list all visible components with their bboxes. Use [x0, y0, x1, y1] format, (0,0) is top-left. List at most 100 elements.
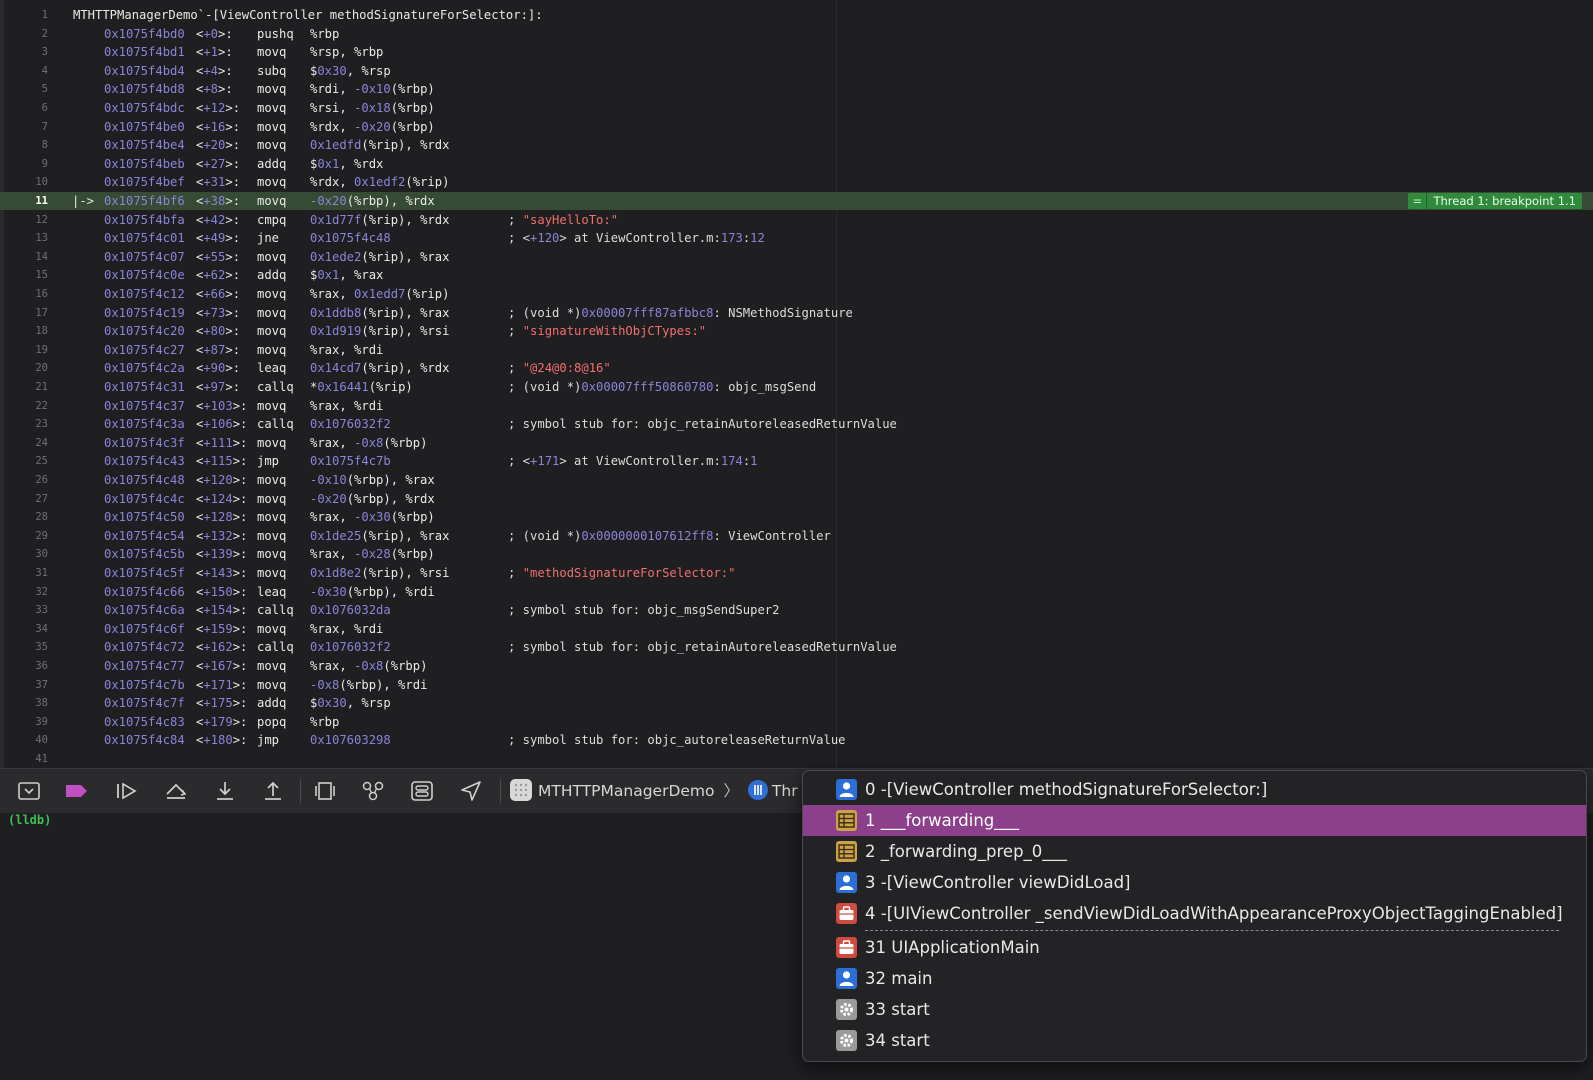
line-number[interactable]: 21: [0, 378, 48, 396]
breakpoint-badge[interactable]: = Thread 1: breakpoint 1.1: [1408, 192, 1582, 210]
disassembly-line[interactable]: 30 0x1075f4c5b <+139>: movq %rax, -0x28(%rbp…: [0, 545, 1593, 563]
stack-frame-item[interactable]: 3 -[ViewController viewDidLoad]: [803, 867, 1586, 898]
disassembly-line[interactable]: 27 0x1075f4c4c <+124>: movq -0x20(%rbp), %rd…: [0, 490, 1593, 508]
breadcrumb[interactable]: MTHTTPManagerDemo 〉 Thr: [510, 778, 798, 802]
disassembly-line[interactable]: 20 0x1075f4c2a <+90>: leaq 0x14cd7(%rip), %r…: [0, 359, 1593, 377]
disassembly-line[interactable]: 34 0x1075f4c6f <+159>: movq %rax, %rdi: [0, 620, 1593, 638]
disassembly-line[interactable]: 32 0x1075f4c66 <+150>: leaq -0x30(%rbp), %rd…: [0, 583, 1593, 601]
line-number[interactable]: 22: [0, 397, 48, 415]
disassembly-line[interactable]: 10 0x1075f4bef <+31>: movq %rdx, 0x1edf2(%ri…: [0, 173, 1593, 191]
disassembly-line[interactable]: 31 0x1075f4c5f <+143>: movq 0x1d8e2(%rip), %…: [0, 564, 1593, 582]
line-number[interactable]: 28: [0, 508, 48, 526]
disassembly-line[interactable]: 28 0x1075f4c50 <+128>: movq %rax, -0x30(%rbp…: [0, 508, 1593, 526]
disassembly-line[interactable]: 26 0x1075f4c48 <+120>: movq -0x10(%rbp), %ra…: [0, 471, 1593, 489]
line-number[interactable]: 25: [0, 452, 48, 470]
disassembly-line[interactable]: 6 0x1075f4bdc <+12>: movq %rsi, -0x18(%rbp): [0, 99, 1593, 117]
stack-frame-item[interactable]: 32 main: [803, 963, 1586, 994]
simulate-location-button[interactable]: [458, 779, 484, 803]
environment-overrides-button[interactable]: [409, 779, 435, 803]
disassembly-line[interactable]: 1 MTHTTPManagerDemo`-[ViewController meth…: [0, 6, 1593, 24]
line-number[interactable]: 14: [0, 248, 48, 266]
line-number[interactable]: 39: [0, 713, 48, 731]
line-number[interactable]: 19: [0, 341, 48, 359]
line-number[interactable]: 37: [0, 676, 48, 694]
line-number[interactable]: 30: [0, 545, 48, 563]
line-number[interactable]: 36: [0, 657, 48, 675]
step-out-button[interactable]: [260, 779, 286, 803]
line-number[interactable]: 16: [0, 285, 48, 303]
line-number[interactable]: 35: [0, 638, 48, 656]
stack-frame-item[interactable]: 34 start: [803, 1025, 1586, 1056]
debug-view-hierarchy-button[interactable]: [312, 779, 338, 803]
disassembly-line[interactable]: 9 0x1075f4beb <+27>: addq $0x1, %rdx: [0, 155, 1593, 173]
disassembly-line[interactable]: 7 0x1075f4be0 <+16>: movq %rdx, -0x20(%rbp): [0, 118, 1593, 136]
disassembly-line[interactable]: 3 0x1075f4bd1 <+1>: movq %rsp, %rbp: [0, 43, 1593, 61]
disassembly-line[interactable]: 35 0x1075f4c72 <+162>: callq 0x1076032f2 ; sy…: [0, 638, 1593, 656]
disassembly-line[interactable]: 36 0x1075f4c77 <+167>: movq %rax, -0x8(%rbp): [0, 657, 1593, 675]
line-number[interactable]: 6: [0, 99, 48, 117]
disassembly-line[interactable]: 12 0x1075f4bfa <+42>: cmpq 0x1d77f(%rip), %r…: [0, 211, 1593, 229]
disassembly-line[interactable]: 21 0x1075f4c31 <+97>: callq *0x16441(%rip) ; …: [0, 378, 1593, 396]
line-number[interactable]: 20: [0, 359, 48, 377]
line-number[interactable]: 17: [0, 304, 48, 322]
stack-frame-item[interactable]: 2 _forwarding_prep_0___: [803, 836, 1586, 867]
disassembly-line[interactable]: 16 0x1075f4c12 <+66>: movq %rax, 0x1edd7(%ri…: [0, 285, 1593, 303]
disassembly-line[interactable]: 22 0x1075f4c37 <+103>: movq %rax, %rdi: [0, 397, 1593, 415]
line-number[interactable]: 9: [0, 155, 48, 173]
disassembly-line[interactable]: 25 0x1075f4c43 <+115>: jmp 0x1075f4c7b ; <+17…: [0, 452, 1593, 470]
disassembly-line[interactable]: 37 0x1075f4c7b <+171>: movq -0x8(%rbp), %rdi: [0, 676, 1593, 694]
line-number[interactable]: 8: [0, 136, 48, 154]
line-number[interactable]: 5: [0, 80, 48, 98]
disassembly-line[interactable]: 41: [0, 750, 1593, 768]
disassembly-line[interactable]: 14 0x1075f4c07 <+55>: movq 0x1ede2(%rip), %r…: [0, 248, 1593, 266]
stack-frame-item[interactable]: 0 -[ViewController methodSignatureForSel…: [803, 774, 1586, 805]
line-number[interactable]: 41: [0, 750, 48, 768]
line-number[interactable]: 34: [0, 620, 48, 638]
line-number[interactable]: 23: [0, 415, 48, 433]
line-number[interactable]: 15: [0, 266, 48, 284]
disassembly-line[interactable]: 24 0x1075f4c3f <+111>: movq %rax, -0x8(%rbp): [0, 434, 1593, 452]
stack-frame-item[interactable]: 31 UIApplicationMain: [803, 932, 1586, 963]
breadcrumb-app[interactable]: MTHTTPManagerDemo: [538, 782, 715, 800]
hide-debug-area-button[interactable]: [16, 779, 42, 803]
line-number[interactable]: 18: [0, 322, 48, 340]
breadcrumb-thread[interactable]: Thr: [772, 782, 798, 800]
disassembly-line[interactable]: 23 0x1075f4c3a <+106>: callq 0x1076032f2 ; sy…: [0, 415, 1593, 433]
disassembly-line[interactable]: 33 0x1075f4c6a <+154>: callq 0x1076032da ; sy…: [0, 601, 1593, 619]
step-over-button[interactable]: [163, 779, 189, 803]
line-number[interactable]: 29: [0, 527, 48, 545]
stack-frame-item[interactable]: 33 start: [803, 994, 1586, 1025]
line-number[interactable]: 32: [0, 583, 48, 601]
line-number[interactable]: 2: [0, 25, 48, 43]
breakpoints-toggle-button[interactable]: [64, 779, 90, 803]
disassembly-line[interactable]: 39 0x1075f4c83 <+179>: popq %rbp: [0, 713, 1593, 731]
stack-frame-item[interactable]: 4 -[UIViewController _sendViewDidLoadWit…: [803, 898, 1586, 929]
disassembly-line[interactable]: 18 0x1075f4c20 <+80>: movq 0x1d919(%rip), %r…: [0, 322, 1593, 340]
line-number[interactable]: 38: [0, 694, 48, 712]
line-number[interactable]: 7: [0, 118, 48, 136]
disassembly-line[interactable]: 5 0x1075f4bd8 <+8>: movq %rdi, -0x10(%rbp): [0, 80, 1593, 98]
disassembly-line[interactable]: 38 0x1075f4c7f <+175>: addq $0x30, %rsp: [0, 694, 1593, 712]
line-number[interactable]: 26: [0, 471, 48, 489]
disassembly-line[interactable]: 2 0x1075f4bd0 <+0>: pushq %rbp: [0, 25, 1593, 43]
disassembly-line[interactable]: 15 0x1075f4c0e <+62>: addq $0x1, %rax: [0, 266, 1593, 284]
line-number[interactable]: 27: [0, 490, 48, 508]
disassembly-line[interactable]: 8 0x1075f4be4 <+20>: movq 0x1edfd(%rip), %rd…: [0, 136, 1593, 154]
line-number[interactable]: 3: [0, 43, 48, 61]
line-number[interactable]: 11: [0, 192, 48, 210]
line-number[interactable]: 40: [0, 731, 48, 749]
continue-button[interactable]: [114, 779, 140, 803]
line-number[interactable]: 13: [0, 229, 48, 247]
disassembly-line[interactable]: 4 0x1075f4bd4 <+4>: subq $0x30, %rsp: [0, 62, 1593, 80]
line-number[interactable]: 33: [0, 601, 48, 619]
step-into-button[interactable]: [212, 779, 238, 803]
disassembly-line[interactable]: 40 0x1075f4c84 <+180>: jmp 0x107603298 ; symb…: [0, 731, 1593, 749]
disassembly-line[interactable]: 13 0x1075f4c01 <+49>: jne 0x1075f4c48 ; <+120…: [0, 229, 1593, 247]
disassembly-line[interactable]: 17 0x1075f4c19 <+73>: movq 0x1ddb8(%rip), %r…: [0, 304, 1593, 322]
memory-graph-button[interactable]: [360, 779, 386, 803]
current-instruction-line[interactable]: 11 |-> 0x1075f4bf6 <+38>: movq -0x20(%rbp), %…: [0, 192, 1593, 210]
line-number[interactable]: 12: [0, 211, 48, 229]
line-number[interactable]: 1: [0, 6, 48, 24]
disassembly-line[interactable]: 19 0x1075f4c27 <+87>: movq %rax, %rdi: [0, 341, 1593, 359]
disassembly-line[interactable]: 29 0x1075f4c54 <+132>: movq 0x1de25(%rip), %…: [0, 527, 1593, 545]
